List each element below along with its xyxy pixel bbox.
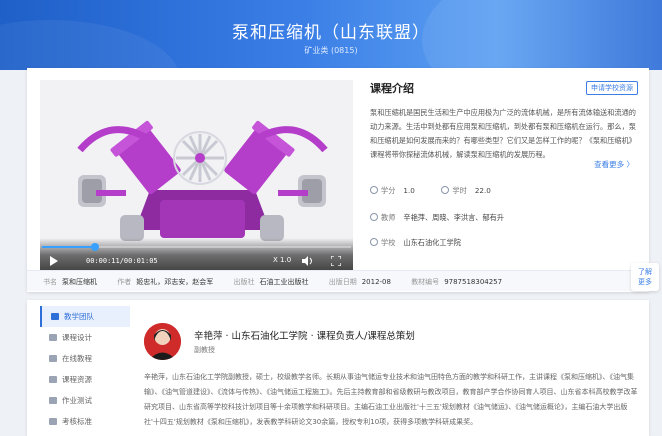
avatar: [144, 323, 181, 360]
learn-more-line2: 更多: [638, 278, 652, 286]
tutorial-icon: [49, 355, 57, 362]
credit-hours-row: 学分 1.0 学时 22.0: [370, 186, 491, 196]
volume-icon[interactable]: [302, 256, 314, 266]
homework-icon: [49, 397, 57, 404]
intro-text: 泵和压缩机是国民生活和生产中应用极为广泛的流体机械，是所有流体输送和流通的动力来…: [370, 108, 636, 159]
book-date-value: 2012-08: [361, 278, 391, 286]
book-author-label: 作者: [117, 278, 132, 286]
credit-label: 学分: [381, 186, 396, 195]
teacher-label: 教师: [381, 213, 396, 222]
video-time: 00:00:11/00:01:05: [86, 257, 158, 265]
menu-item-label: 考核标准: [62, 417, 92, 426]
menu-item-label: 在线教程: [62, 354, 92, 363]
book-publisher-value: 石油工业出版社: [259, 278, 309, 286]
team-icon: [51, 313, 59, 320]
view-more-link[interactable]: 查看更多 〉: [594, 159, 634, 170]
fullscreen-icon[interactable]: [331, 256, 341, 266]
menu-item-course-resources[interactable]: 课程资源: [40, 369, 130, 390]
apply-school-resource-button[interactable]: 申请学校资源: [586, 81, 638, 95]
design-icon: [49, 334, 57, 341]
book-title-value: 泵和压缩机: [62, 278, 97, 286]
course-section-menu: 教学团队 课程设计 在线教程 课程资源 作业测试 考核标准: [40, 306, 130, 432]
teacher-name: 辛艳萍 · 山东石油化工学院 · 课程负责人/课程总策划: [194, 331, 415, 342]
user-icon: [370, 213, 378, 221]
assessment-icon: [49, 418, 57, 425]
hours-value: 22.0: [474, 186, 491, 195]
menu-item-homework-test[interactable]: 作业测试: [40, 390, 130, 411]
video-progress-handle[interactable]: [90, 243, 99, 251]
school-name[interactable]: 山东石油化工学院: [403, 238, 461, 247]
book-isbn-value: 9787518304257: [444, 278, 503, 286]
course-card: 00:00:11/00:01:05 X 1.0 课程介绍 申请学校资源 泵和压缩…: [27, 68, 649, 292]
school-row: 学校 山东石油化工学院: [370, 238, 461, 248]
menu-item-assessment[interactable]: 考核标准: [40, 411, 130, 432]
school-label: 学校: [381, 238, 396, 247]
credit-icon: [370, 186, 378, 194]
video-progress-fill: [42, 246, 95, 248]
menu-item-label: 课程设计: [62, 333, 92, 342]
menu-item-label: 课程资源: [62, 375, 92, 384]
playback-speed[interactable]: X 1.0: [273, 256, 291, 264]
video-progress-bar[interactable]: [42, 243, 351, 251]
teaching-team-panel: 教学团队 课程设计 在线教程 课程资源 作业测试 考核标准 辛艳萍 · 山东石油…: [27, 300, 649, 436]
course-category: 矿业类 (0815): [304, 46, 358, 55]
book-title-label: 书名: [43, 278, 57, 286]
teacher-title: 副教授: [194, 346, 215, 354]
menu-item-course-design[interactable]: 课程设计: [40, 327, 130, 348]
hours-label: 学时: [452, 186, 467, 195]
book-author-value: 姬忠礼，邓志安，赵会军: [136, 278, 214, 286]
course-banner: 泵和压缩机（山东联盟） 矿业类 (0815): [0, 0, 662, 70]
textbook-info-bar: 书名 泵和压缩机 作者 姬忠礼，邓志安，赵会军 出版社 石油工业出版社 出版日期 201…: [27, 270, 649, 291]
course-intro: 课程介绍 申请学校资源 泵和压缩机是国民生活和生产中应用极为广泛的流体机械，是所…: [370, 80, 638, 169]
school-icon: [370, 238, 378, 246]
teacher-list: 辛艳萍、周晓、李洪言、郁有升: [403, 213, 505, 222]
learn-more-line1: 了解: [638, 268, 652, 276]
menu-item-teaching-team[interactable]: 教学团队: [40, 306, 130, 327]
teacher-bio: 辛艳萍，山东石油化工学院副教授，硕士，校级教学名师。长期从事油气储运专业技术和油…: [144, 373, 638, 426]
play-icon[interactable]: [50, 256, 58, 266]
credit-value: 1.0: [403, 186, 415, 195]
menu-item-label: 作业测试: [62, 396, 92, 405]
resources-icon: [49, 376, 57, 383]
clock-icon: [441, 186, 450, 194]
teacher-row: 教师 辛艳萍、周晓、李洪言、郁有升: [370, 213, 504, 223]
learn-more-tab[interactable]: 了解 更多: [631, 263, 659, 291]
video-player[interactable]: 00:00:11/00:01:05 X 1.0: [40, 80, 353, 276]
book-date-label: 出版日期: [328, 278, 357, 286]
book-publisher-label: 出版社: [233, 278, 255, 286]
menu-item-online-tutorial[interactable]: 在线教程: [40, 348, 130, 369]
course-title: 泵和压缩机（山东联盟）: [232, 23, 430, 43]
book-isbn-label: 教材编号: [411, 278, 440, 286]
menu-item-label: 教学团队: [64, 312, 94, 321]
